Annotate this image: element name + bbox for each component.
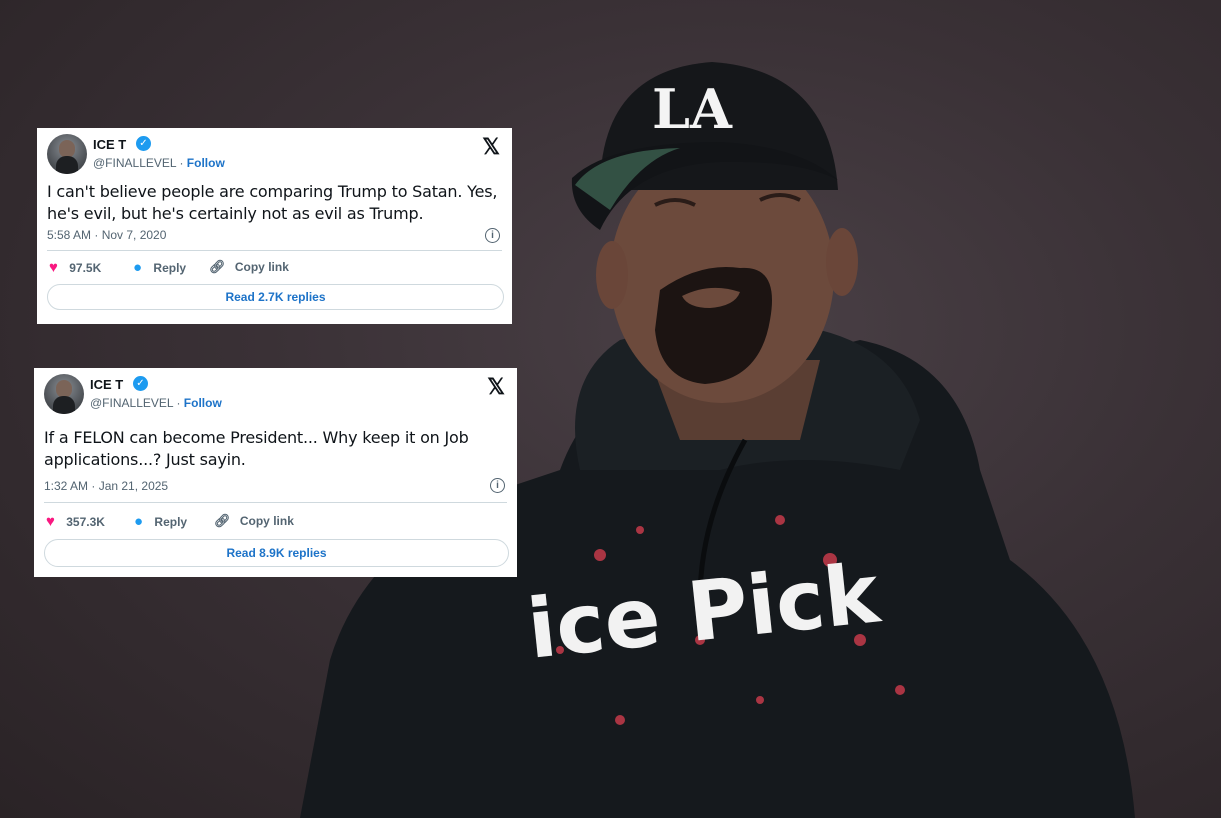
tweet-card-2: ICE T ✓ @FINALLEVEL · Follow 𝕏 If a FELO…	[34, 368, 517, 577]
heart-icon: ♥	[49, 259, 58, 276]
read-replies-button[interactable]: Read 2.7K replies	[47, 284, 504, 310]
tweet-text: If a FELON can become President... Why k…	[44, 428, 469, 469]
reply-label: Reply	[153, 261, 187, 275]
verified-badge-icon: ✓	[133, 376, 148, 391]
avatar[interactable]	[44, 374, 84, 414]
tweet-text: I can't believe people are comparing Tru…	[47, 182, 498, 223]
separator: ·	[176, 396, 181, 410]
tweet-timestamp[interactable]: 5:58 AM · Nov 7, 2020	[47, 228, 166, 242]
author-name[interactable]: ICE T	[90, 377, 123, 392]
avatar[interactable]	[47, 134, 87, 174]
x-logo-icon[interactable]: 𝕏	[487, 374, 505, 400]
link-icon: 🔗︎	[209, 259, 226, 274]
verified-badge-icon: ✓	[136, 136, 151, 151]
author-name[interactable]: ICE T	[93, 137, 126, 152]
handle-row: @FINALLEVEL · Follow	[90, 396, 222, 410]
copy-link-button[interactable]: 🔗︎ Copy link	[209, 259, 289, 275]
heart-icon: ♥	[46, 513, 55, 530]
copy-link-button[interactable]: 🔗︎ Copy link	[214, 513, 294, 529]
info-icon[interactable]: i	[490, 478, 505, 493]
copy-link-label: Copy link	[234, 260, 289, 274]
handle-row: @FINALLEVEL · Follow	[93, 156, 225, 170]
divider	[47, 250, 502, 251]
author-handle[interactable]: @FINALLEVEL	[90, 396, 173, 410]
reply-label: Reply	[154, 515, 188, 529]
like-button[interactable]: ♥ 97.5K	[49, 259, 101, 276]
reply-button[interactable]: ● Reply	[134, 513, 187, 530]
tweet-timestamp[interactable]: 1:32 AM · Jan 21, 2025	[44, 479, 168, 493]
read-replies-button[interactable]: Read 8.9K replies	[44, 539, 509, 567]
separator: ·	[179, 156, 184, 170]
follow-button[interactable]: Follow	[184, 396, 222, 410]
tweet-header: ICE T ✓ @FINALLEVEL · Follow 𝕏	[44, 374, 507, 414]
like-count: 97.5K	[69, 261, 102, 275]
like-button[interactable]: ♥ 357.3K	[46, 513, 105, 530]
author-handle[interactable]: @FINALLEVEL	[93, 156, 176, 170]
info-icon[interactable]: i	[485, 228, 500, 243]
like-count: 357.3K	[66, 515, 105, 529]
cap-logo: LA	[652, 77, 733, 141]
reply-bubble-icon: ●	[134, 513, 144, 530]
divider	[44, 502, 507, 503]
tweet-card-1: ICE T ✓ @FINALLEVEL · Follow 𝕏 I can't b…	[37, 128, 512, 324]
copy-link-label: Copy link	[239, 514, 294, 528]
x-logo-icon[interactable]: 𝕏	[482, 134, 500, 160]
follow-button[interactable]: Follow	[187, 156, 225, 170]
link-icon: 🔗︎	[214, 513, 231, 528]
reply-button[interactable]: ● Reply	[133, 259, 186, 276]
reply-bubble-icon: ●	[133, 259, 143, 276]
tweet-header: ICE T ✓ @FINALLEVEL · Follow 𝕏	[47, 134, 502, 174]
